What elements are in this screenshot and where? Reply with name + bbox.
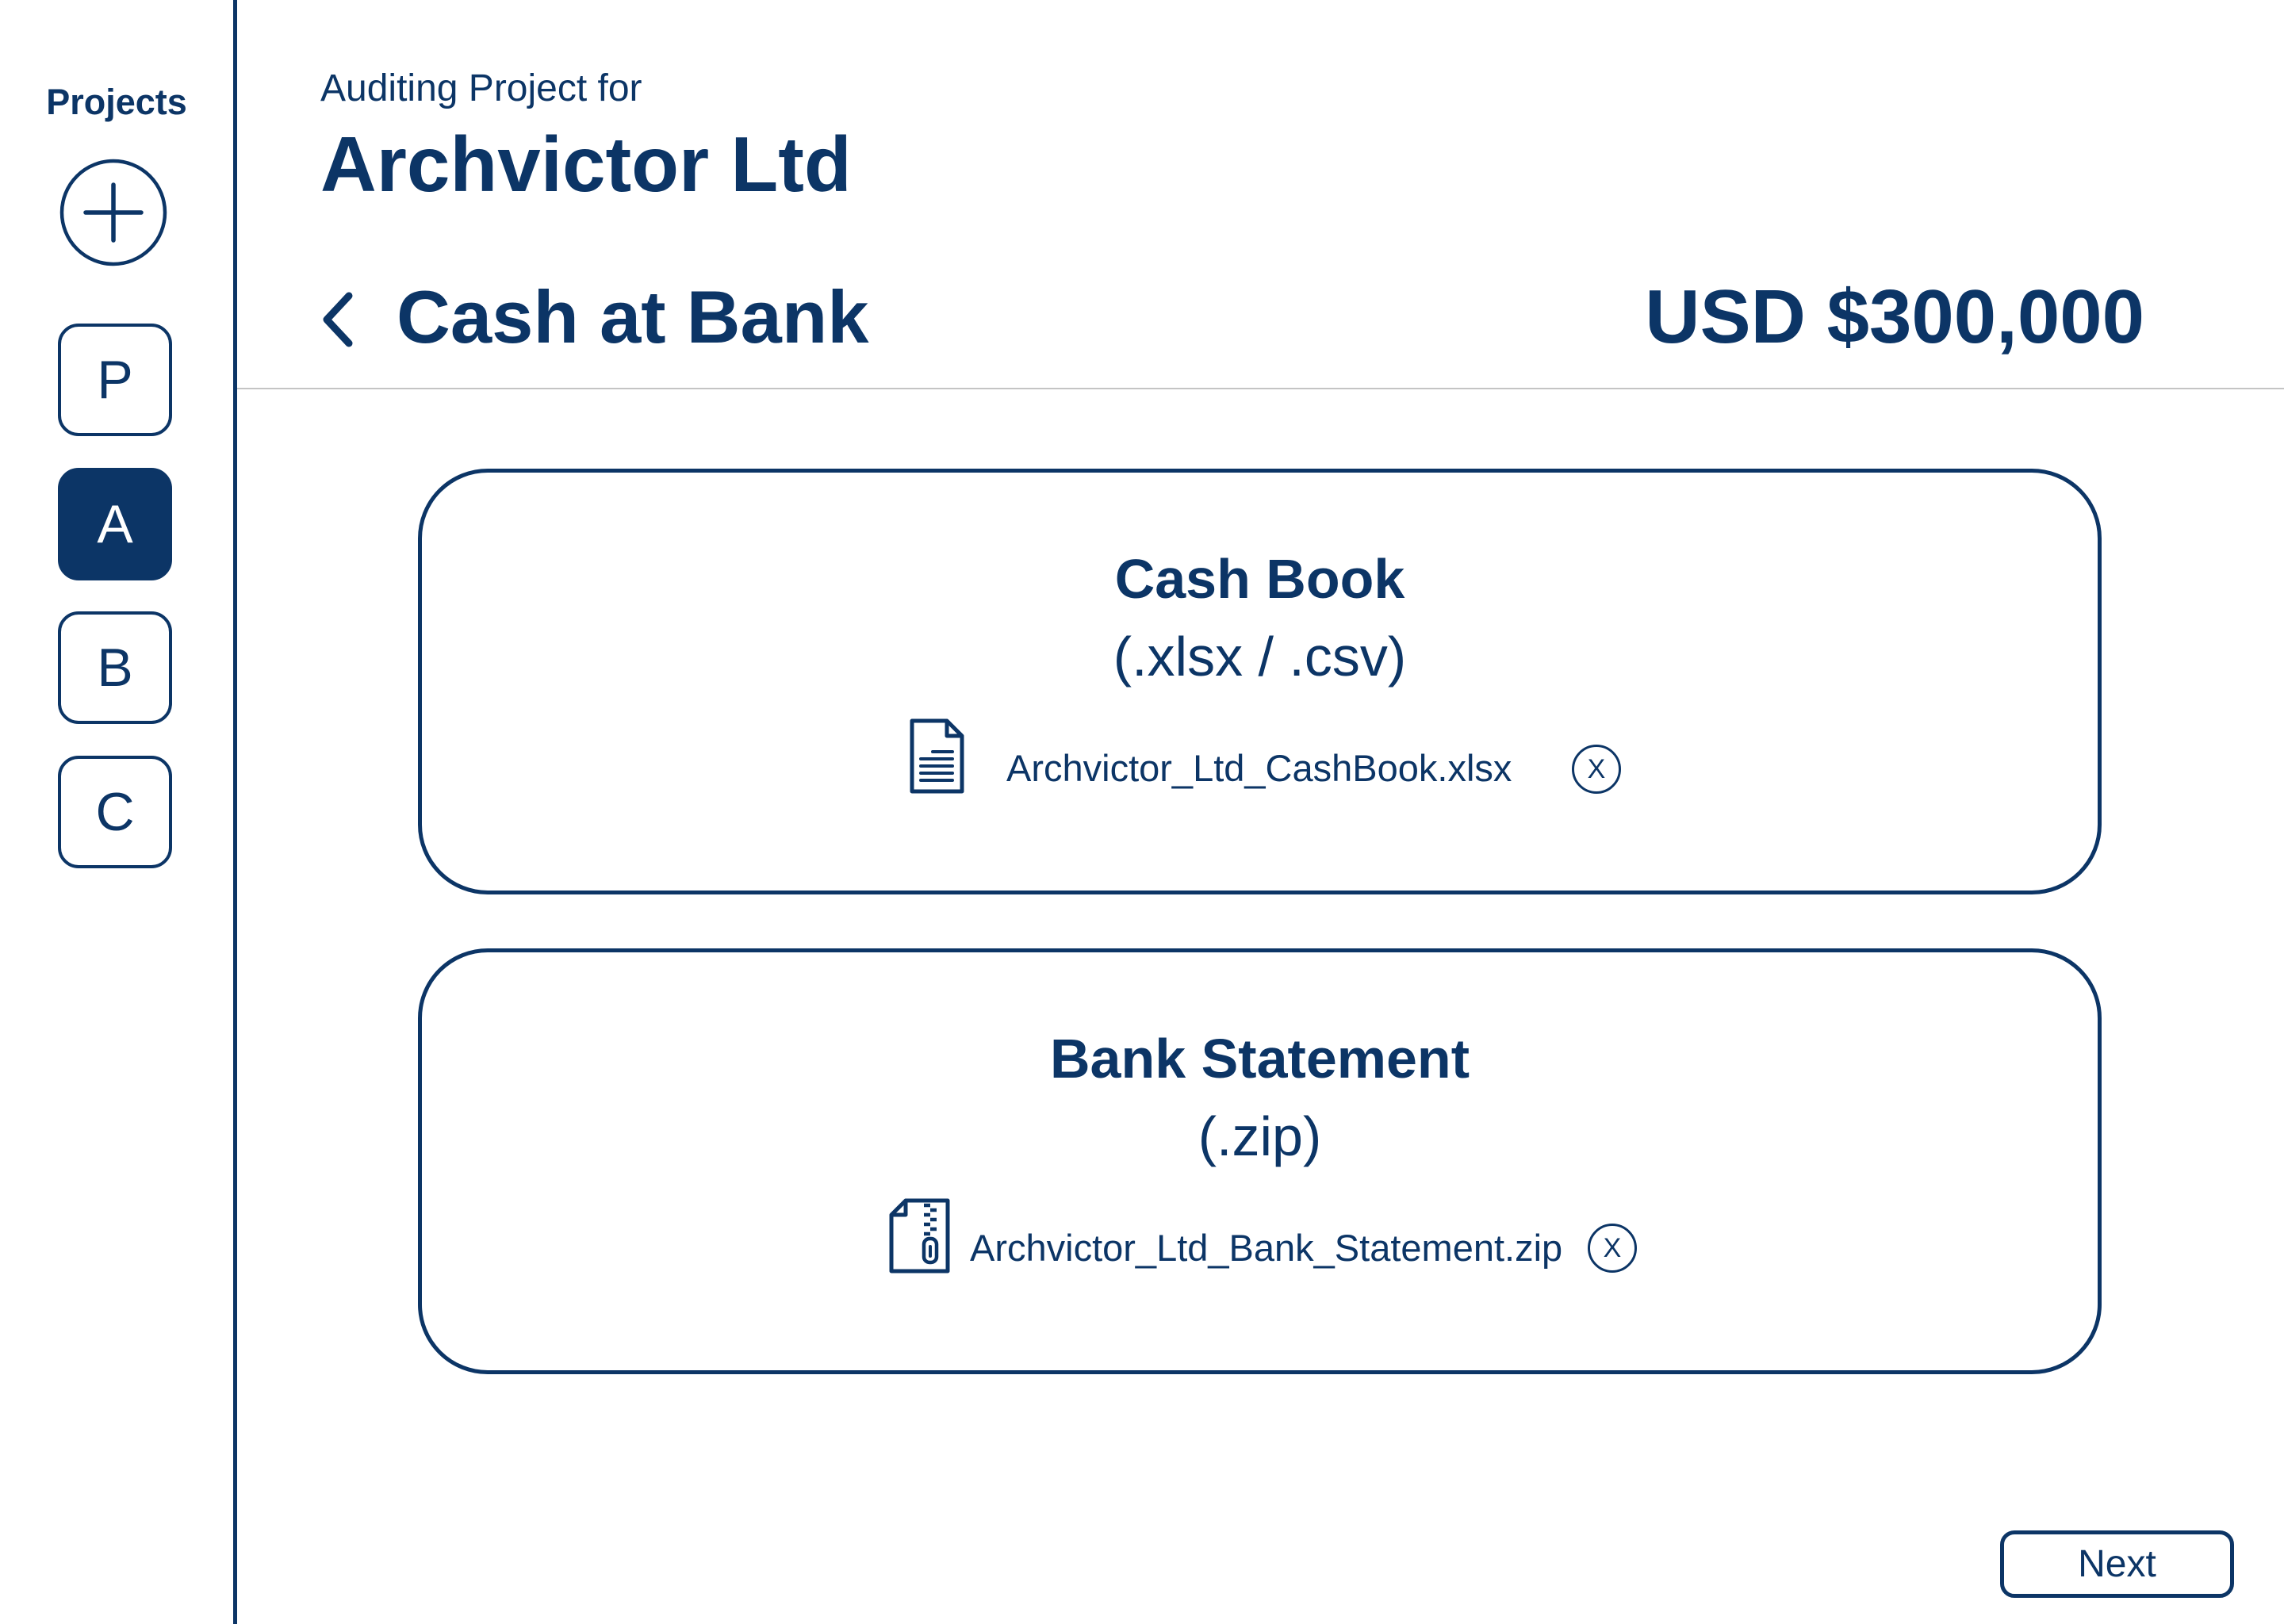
chevron-left-icon xyxy=(323,292,353,347)
project-item-b[interactable]: B xyxy=(58,611,172,724)
company-name: Archvictor Ltd xyxy=(320,121,852,208)
uploaded-file-name: Archvictor_Ltd_CashBook.xlsx xyxy=(1006,747,1512,789)
upload-card-formats: (.xlsx / .csv) xyxy=(1113,626,1407,688)
cash-book-upload-card[interactable]: Cash Book (.xlsx / .csv) Archvictor_Ltd_… xyxy=(418,469,2102,894)
project-item-a[interactable]: A xyxy=(58,468,172,580)
remove-file-button[interactable]: X xyxy=(1588,1224,1637,1273)
project-item-c[interactable]: C xyxy=(58,756,172,868)
upload-card-formats: (.zip) xyxy=(1198,1105,1322,1167)
sidebar-divider xyxy=(233,0,237,1624)
document-icon xyxy=(910,718,964,794)
back-button[interactable] xyxy=(320,291,354,348)
section-amount: USD $300,000 xyxy=(1645,274,2144,359)
header-divider xyxy=(237,388,2284,389)
bank-statement-upload-card[interactable]: Bank Statement (.zip) Archvictor_Ltd_Ban… xyxy=(418,948,2102,1374)
file-icon-wrapper xyxy=(888,1197,951,1274)
uploaded-file-name: Archvictor_Ltd_Bank_Statement.zip xyxy=(970,1227,1563,1269)
project-subtitle: Auditing Project for xyxy=(320,67,642,109)
projects-title: Projects xyxy=(46,82,187,122)
project-item-p[interactable]: P xyxy=(58,324,172,436)
add-project-button[interactable] xyxy=(59,159,167,266)
upload-card-title: Bank Statement xyxy=(1049,1028,1470,1090)
zip-file-icon xyxy=(889,1198,950,1274)
plus-circle-icon xyxy=(59,159,167,266)
next-button[interactable]: Next xyxy=(2000,1530,2234,1598)
upload-card-title: Cash Book xyxy=(1114,548,1405,610)
projects-sidebar: Projects P A B C xyxy=(0,0,233,1624)
file-icon-wrapper xyxy=(907,717,966,795)
remove-file-button[interactable]: X xyxy=(1572,745,1621,794)
section-title: Cash at Bank xyxy=(397,275,869,358)
